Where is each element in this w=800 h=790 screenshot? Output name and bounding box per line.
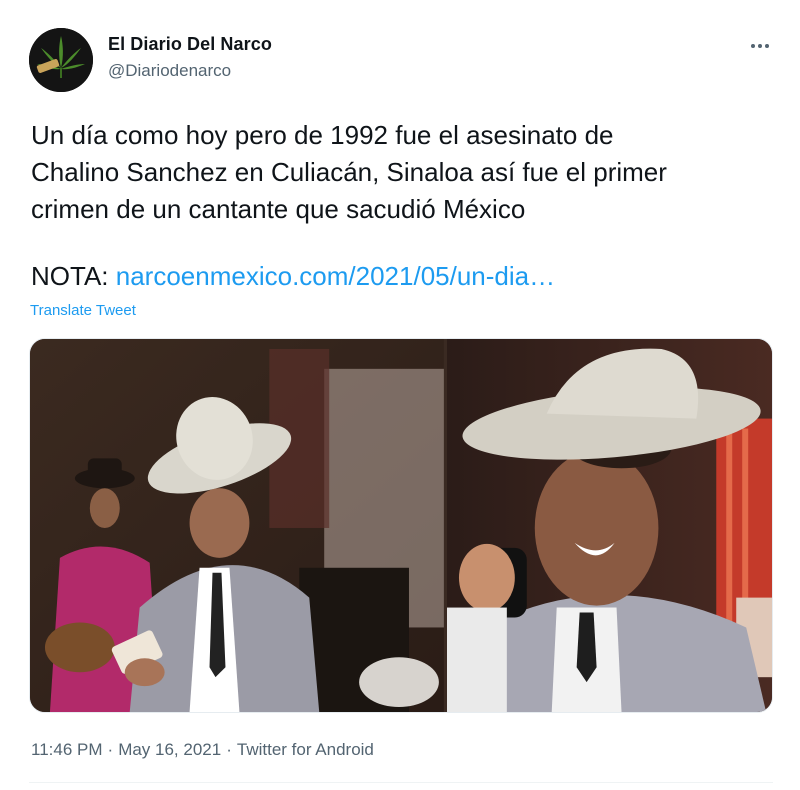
divider <box>29 782 773 783</box>
tweet-meta: 11:46 PM · May 16, 2021 · Twitter for Androi… <box>31 740 374 760</box>
nota-line: NOTA: narcoenmexico.com/2021/05/un-dia… <box>31 258 555 295</box>
author-handle[interactable]: @Diariodenarco <box>108 61 231 81</box>
more-options-button[interactable] <box>746 36 774 56</box>
author-avatar[interactable] <box>29 28 93 92</box>
meta-separator: · <box>107 740 114 759</box>
more-dot <box>758 44 762 48</box>
more-dot <box>765 44 769 48</box>
photo-singer-microphone[interactable] <box>446 339 772 712</box>
tweet-time[interactable]: 11:46 PM <box>31 740 103 759</box>
tweet-date[interactable]: May 16, 2021 <box>118 740 221 759</box>
translate-tweet-link[interactable]: Translate Tweet <box>30 302 136 319</box>
tweet-text-line: Chalino Sanchez en Culiacán, Sinaloa así… <box>31 157 667 187</box>
photo-singer-reading[interactable] <box>30 339 444 712</box>
meta-separator: · <box>226 740 232 759</box>
author-name[interactable]: El Diario Del Narco <box>108 34 272 55</box>
nota-label: NOTA: <box>31 261 116 291</box>
cannabis-leaf-icon <box>29 28 93 92</box>
tweet-text-line: crimen de un cantante que sacudió México <box>31 194 526 224</box>
media-grid <box>29 338 773 713</box>
more-dot <box>751 44 755 48</box>
tweet-text-line: Un día como hoy pero de 1992 fue el ases… <box>31 120 614 150</box>
tweet-source[interactable]: Twitter for Android <box>237 740 374 759</box>
nota-link[interactable]: narcoenmexico.com/2021/05/un-dia… <box>116 261 555 291</box>
tweet-card: El Diario Del Narco @Diariodenarco Un dí… <box>0 0 800 790</box>
tweet-text: Un día como hoy pero de 1992 fue el ases… <box>31 117 776 228</box>
